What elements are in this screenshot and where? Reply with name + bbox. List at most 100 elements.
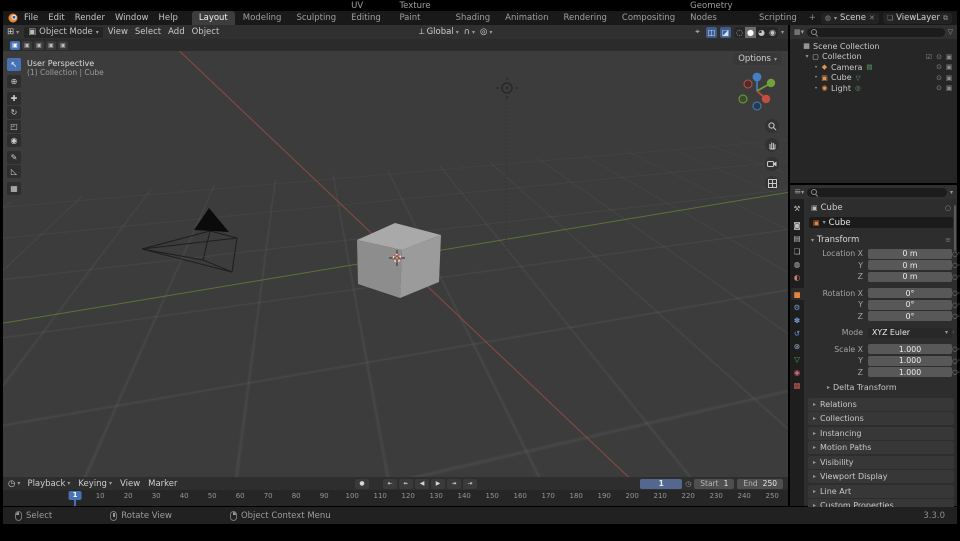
eye-toggle-icon[interactable]: ⊙ (934, 63, 944, 71)
shading-options-dropdown[interactable]: ▾ (781, 29, 784, 36)
add-workspace-button[interactable]: + (805, 11, 820, 25)
gizmo-z-axis[interactable] (752, 72, 762, 82)
shading-material-button[interactable]: ◕ (756, 27, 767, 38)
panel-relations[interactable]: ▸ Relations (808, 397, 954, 411)
camera-toggle-icon[interactable]: ▣ (944, 74, 954, 82)
tool-move[interactable]: ✚ (7, 92, 21, 105)
breadcrumb-object[interactable]: Cube (821, 203, 843, 213)
delta-transform-panel[interactable]: ▸ Delta Transform (805, 378, 957, 396)
tab-uv-editing[interactable]: UV Editing (344, 0, 391, 25)
auto-keying-button[interactable]: ● (355, 478, 369, 489)
viewport-canvas[interactable]: User Perspective (1) Collection | Cube ↖… (3, 51, 788, 477)
playhead-badge[interactable]: 1 (68, 491, 82, 500)
menu-file[interactable]: File (19, 13, 43, 23)
timeline-editor-type-selector[interactable]: ◷ ▾ (8, 479, 20, 489)
options-button[interactable]: Options ▾ (733, 53, 782, 65)
menu-help[interactable]: Help (153, 13, 182, 23)
eye-toggle-icon[interactable]: ⊙ (934, 84, 944, 92)
camera-object[interactable] (141, 208, 238, 273)
tab-compositing[interactable]: Compositing (615, 11, 682, 25)
jump-to-start-button[interactable]: ⇤ (383, 478, 397, 489)
tool-measure[interactable]: ◺ (7, 165, 21, 178)
unlink-scene-icon[interactable]: ✕ (869, 14, 875, 22)
tab-sculpting[interactable]: Sculpting (289, 11, 343, 25)
tab-animation[interactable]: Animation (498, 11, 555, 25)
pan-button[interactable] (765, 138, 779, 152)
viewport-menu-object[interactable]: Object (192, 27, 220, 37)
value-field[interactable]: 1.000 (868, 355, 952, 366)
expand-icon[interactable]: ▾ (803, 53, 811, 60)
outliner-search-input[interactable] (807, 27, 945, 37)
viewport-menu-view[interactable]: View (108, 27, 128, 37)
perspective-toggle-button[interactable] (765, 176, 779, 190)
gizmo-y-axis[interactable] (766, 78, 776, 88)
xray-toggle[interactable]: ◪ (719, 26, 731, 38)
camera-view-button[interactable] (765, 157, 779, 171)
viewport-menu-select[interactable]: Select (135, 27, 161, 37)
gizmo-y-neg[interactable] (738, 94, 748, 104)
frame-start-field[interactable]: Start 1 (694, 478, 735, 489)
camera-toggle-icon[interactable]: ▣ (944, 63, 954, 71)
select-mode-2[interactable]: ▣ (34, 40, 44, 50)
eye-toggle-icon[interactable]: ⊙ (934, 74, 944, 82)
pin-icon[interactable]: ○ (945, 204, 951, 212)
timeline-ruler[interactable]: 1 10 20 30 40 50 60 70 80 90 100 110 120 130 140 150 16… (3, 490, 788, 506)
next-keyframe-button[interactable]: ↠ (447, 478, 461, 489)
shading-rendered-button[interactable]: ◉ (767, 27, 778, 38)
eye-toggle-icon[interactable]: ⊙ (934, 53, 944, 61)
blender-logo-icon[interactable] (8, 13, 18, 23)
timeline-menu-marker[interactable]: Marker (148, 479, 177, 489)
outliner-row-cube[interactable]: • ▣ Cube ▽ ⊙ ▣ (790, 73, 957, 84)
tool-tweak-select[interactable]: ↖ (7, 58, 21, 71)
editor-type-selector[interactable]: ⊞ ▾ (7, 27, 19, 37)
panel-line-art[interactable]: ▸ Line Art (808, 484, 954, 498)
tool-add-cube[interactable]: ▦ (7, 182, 21, 195)
menu-edit[interactable]: Edit (43, 13, 69, 23)
new-view-layer-icon[interactable]: ⧉ (943, 14, 948, 23)
object-name-field[interactable]: ▣ ▾ Cube (809, 217, 953, 228)
navigation-gizmo[interactable] (734, 67, 780, 115)
mode-selector[interactable]: ▣ Object Mode ▾ (24, 26, 103, 38)
properties-scrollbar[interactable] (953, 205, 956, 251)
panel-options-icon[interactable]: ≡ (945, 236, 951, 244)
gizmos-toggle[interactable]: ⌖ (692, 27, 703, 38)
tool-rotate[interactable]: ↻ (7, 106, 21, 119)
tab-scripting[interactable]: Scripting (752, 11, 804, 25)
select-mode-3[interactable]: ▣ (46, 40, 56, 50)
play-button[interactable]: ▶ (431, 478, 445, 489)
gizmo-z-neg[interactable] (752, 101, 762, 111)
timeline-menu-playback[interactable]: Playback ▾ (27, 479, 70, 489)
gizmo-x-axis[interactable] (761, 94, 771, 104)
menu-render[interactable]: Render (70, 13, 110, 23)
panel-viewport-display[interactable]: ▸ Viewport Display (808, 470, 954, 483)
value-field[interactable]: 0 m (868, 260, 952, 271)
tool-scale[interactable]: ◰ (7, 120, 21, 133)
mode-dropdown[interactable]: XYZ Euler ▾ (868, 327, 952, 338)
orientation-selector[interactable]: ⟂ Global ▾ (419, 27, 459, 37)
tab-modeling[interactable]: Modeling (236, 11, 289, 25)
check-toggle-icon[interactable]: ☑ (924, 53, 934, 61)
tool-cursor[interactable]: ⊕ (7, 75, 21, 88)
scene-selector[interactable]: ◍ ▾ Scene ✕ (820, 12, 879, 24)
current-frame-field[interactable]: 1 (640, 478, 683, 489)
panel-visibility[interactable]: ▸ Visibility (808, 455, 954, 469)
tab-shading[interactable]: Shading (449, 11, 498, 25)
tab-rendering[interactable]: Rendering (556, 11, 613, 25)
outliner-row-scene-collection[interactable]: ▦ Scene Collection (790, 41, 957, 52)
select-mode-4[interactable]: ▣ (58, 40, 68, 50)
value-field[interactable]: 0° (868, 311, 952, 322)
frame-end-field[interactable]: End 250 (737, 478, 783, 489)
value-field[interactable]: 0 m (868, 271, 952, 282)
shading-wireframe-button[interactable]: ◌ (734, 27, 745, 38)
outliner-row-camera[interactable]: • ◆ Camera ▤ ⊙ ▣ (790, 62, 957, 73)
outliner-row-light[interactable]: • ◉ Light ◎ ⊙ ▣ (790, 83, 957, 94)
timeline-menu-view[interactable]: View (120, 479, 140, 489)
value-field[interactable]: 1.000 (868, 344, 952, 355)
proportional-editing-toggle[interactable]: ◎ ▾ (480, 27, 492, 37)
prev-keyframe-button[interactable]: ↞ (399, 478, 413, 489)
animate-dot-icon[interactable]: · (952, 328, 955, 337)
tab-texture-paint[interactable]: Texture Paint (392, 0, 447, 25)
camera-toggle-icon[interactable]: ▣ (944, 84, 954, 92)
timeline-menu-keying[interactable]: Keying ▾ (78, 479, 112, 489)
tab-layout[interactable]: Layout (191, 11, 235, 25)
